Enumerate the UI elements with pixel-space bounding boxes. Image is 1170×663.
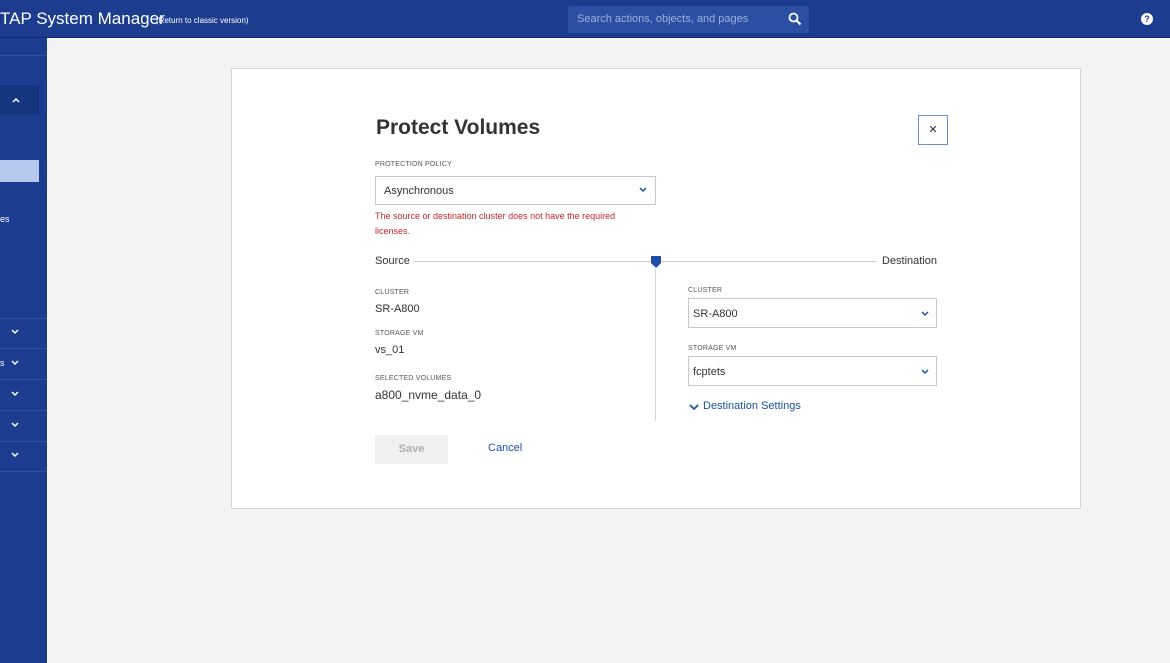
chevron-down-icon [921,311,929,317]
save-button[interactable]: Save [375,435,448,464]
track-line-right [661,261,877,262]
sidebar-group-expanded[interactable] [0,85,39,114]
selected-volumes-label: SELECTED VOLUMES [375,375,452,382]
protection-policy-value: Asynchronous [384,185,454,197]
chevron-up-icon [12,97,20,103]
return-to-classic-link[interactable]: (Return to classic version) [156,16,248,25]
sidebar-divider [0,55,47,56]
chevron-down-icon [639,187,647,193]
destination-svm-select[interactable]: fcptets [688,356,937,386]
track-marker-icon [651,256,661,268]
search-icon[interactable] [788,12,802,26]
source-cluster-value: SR-A800 [375,303,420,315]
app-title: TAP System Manager [0,9,165,28]
top-bar: TAP System Manager (Return to classic ve… [0,0,1170,38]
destination-svm-value: fcptets [693,366,726,378]
selected-volumes-value: a800_nvme_data_0 [375,388,482,402]
destination-svm-label: STORAGE VM [688,345,737,352]
chevron-down-icon[interactable] [10,420,20,430]
sidebar-divider [0,441,47,442]
search-box[interactable]: Search actions, objects, and pages [568,6,809,33]
sidebar-divider [0,410,47,411]
chevron-down-icon[interactable] [10,450,20,460]
cancel-button[interactable]: Cancel [488,442,522,454]
destination-cluster-label: CLUSTER [688,287,723,294]
protection-policy-label: PROTECTION POLICY [375,161,452,168]
protect-volumes-dialog: Protect Volumes × PROTECTION POLICY Asyn… [231,68,1081,509]
dialog-title: Protect Volumes [376,116,541,139]
chevron-down-icon[interactable] [10,358,20,368]
column-divider [655,267,656,421]
search-input[interactable]: Search actions, objects, and pages [577,13,748,25]
chevron-down-icon [921,369,929,375]
chevron-down-icon [689,404,699,411]
sidebar-divider [0,318,47,319]
chevron-down-icon[interactable] [10,327,20,337]
sidebar-divider [0,348,47,349]
close-button[interactable]: × [918,115,948,145]
protection-policy-select[interactable]: Asynchronous [375,176,656,205]
sidebar: es s [0,38,47,663]
sidebar-divider [0,471,47,472]
license-error-message: The source or destination cluster does n… [375,211,616,236]
destination-label: Destination [882,255,938,267]
chevron-down-icon[interactable] [10,389,20,399]
destination-cluster-value: SR-A800 [693,308,738,320]
destination-settings-link[interactable]: Destination Settings [703,400,801,412]
sidebar-item-label[interactable]: s [0,358,5,368]
track-line-left [413,261,651,262]
help-icon[interactable]: ? [1141,13,1153,25]
destination-cluster-select[interactable]: SR-A800 [688,298,937,328]
source-cluster-label: CLUSTER [375,289,410,296]
source-svm-value: vs_01 [375,344,405,356]
source-svm-label: STORAGE VM [375,330,424,337]
source-label: Source [375,255,410,267]
sidebar-item-selected[interactable] [0,160,39,182]
sidebar-item-label[interactable]: es [0,214,10,224]
sidebar-divider [0,379,47,380]
